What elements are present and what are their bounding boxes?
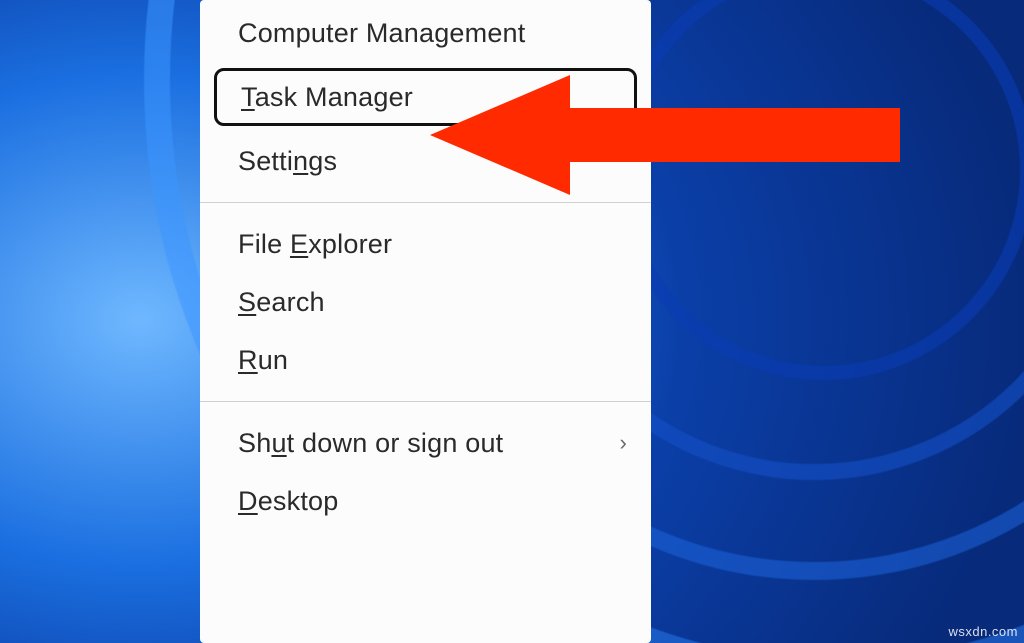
mnemonic-char: u: [271, 428, 286, 458]
menu-item-file-explorer[interactable]: File Explorer: [200, 215, 651, 273]
menu-item-task-manager[interactable]: Task Manager: [214, 68, 637, 126]
menu-separator: [200, 202, 651, 203]
mnemonic-char: T: [241, 82, 255, 112]
menu-separator: [200, 401, 651, 402]
menu-item-desktop[interactable]: Desktop: [200, 472, 651, 530]
menu-item-shutdown[interactable]: Shut down or sign out ›: [200, 414, 651, 472]
mnemonic-char: S: [238, 287, 256, 317]
menu-item-label: Computer Management: [238, 18, 525, 49]
menu-item-label: Task Manager: [241, 82, 413, 113]
menu-item-label: File Explorer: [238, 229, 392, 260]
winx-context-menu: Computer Management Task Manager Settings F…: [200, 0, 651, 643]
mnemonic-char: n: [293, 146, 308, 176]
mnemonic-char: R: [238, 345, 258, 375]
menu-item-label: Run: [238, 345, 288, 376]
menu-item-label: Settings: [238, 146, 337, 177]
mnemonic-char: D: [238, 486, 258, 516]
mnemonic-char: E: [290, 229, 308, 259]
menu-item-label: Search: [238, 287, 325, 318]
chevron-right-icon: ›: [619, 430, 627, 456]
menu-item-label: Shut down or sign out: [238, 428, 503, 459]
mnemonic-char: g: [434, 18, 449, 48]
watermark-text: wsxdn.com: [948, 624, 1018, 639]
menu-item-computer-management[interactable]: Computer Management: [200, 4, 651, 62]
menu-item-run[interactable]: Run: [200, 331, 651, 389]
menu-item-label: Desktop: [238, 486, 338, 517]
menu-item-settings[interactable]: Settings: [200, 132, 651, 190]
menu-item-search[interactable]: Search: [200, 273, 651, 331]
